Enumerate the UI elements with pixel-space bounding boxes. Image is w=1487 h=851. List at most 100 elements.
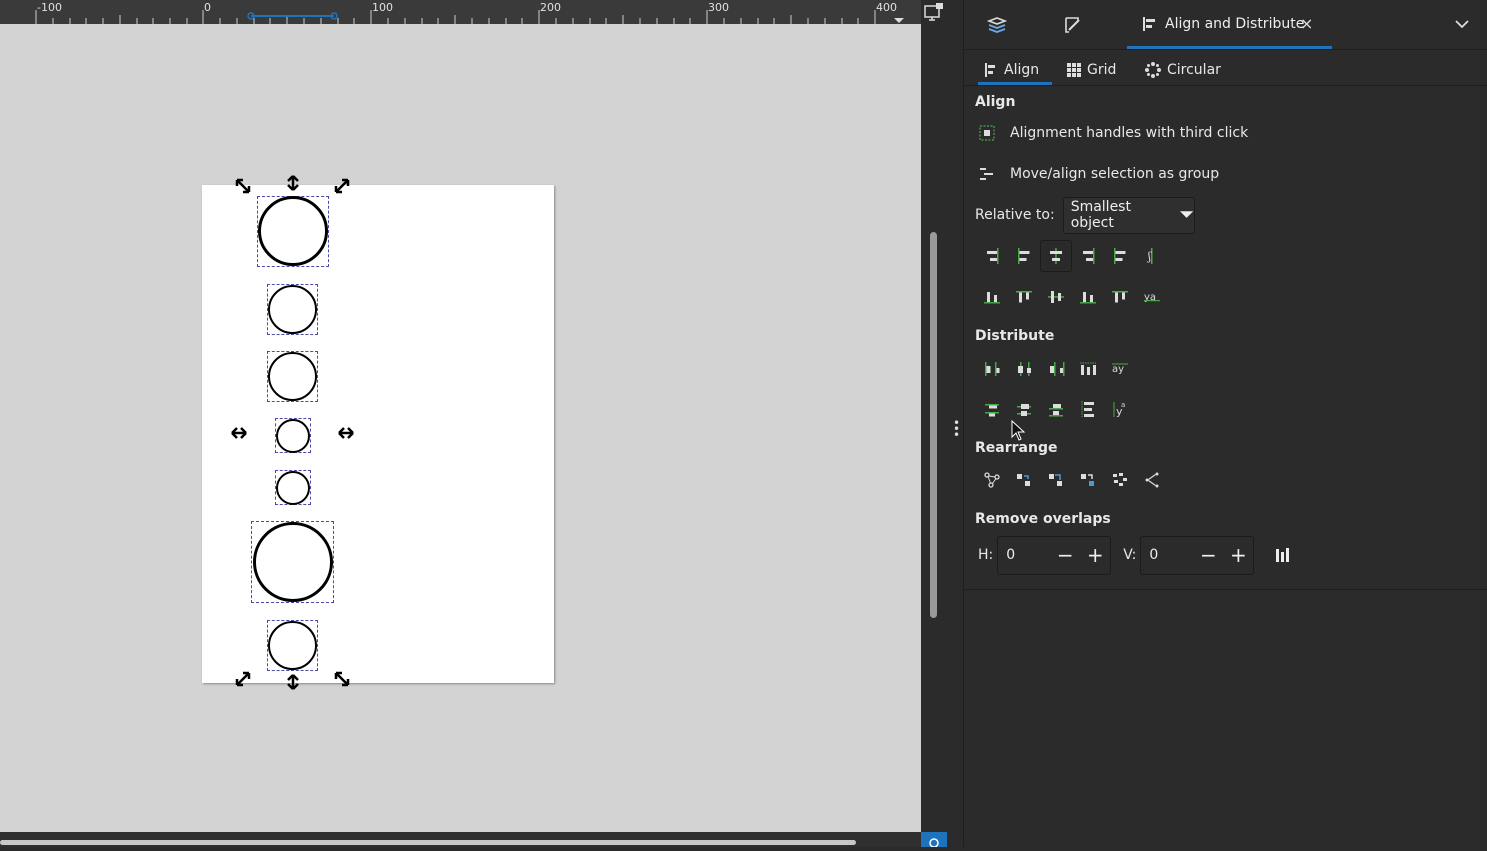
panel-resize-handle[interactable]: • • • (947, 0, 963, 847)
scale-handle-s[interactable] (284, 673, 302, 691)
distribute-bottom-edges-button[interactable] (1040, 393, 1072, 425)
tab-circular[interactable]: Circular (1145, 57, 1221, 83)
distribute-baselines-horizontal-button[interactable]: ay (1104, 353, 1136, 385)
horizontal-scrollbar[interactable] (0, 832, 921, 847)
align-baseline-horizontal-button[interactable]: ʃ (1136, 240, 1168, 272)
align-top-to-bottom-edge-button[interactable] (1104, 281, 1136, 313)
scale-handle-se[interactable] (333, 670, 351, 688)
align-right-to-left-edge-button[interactable] (976, 240, 1008, 272)
circle-shape (268, 621, 317, 670)
h-gap-increment-button[interactable]: + (1080, 543, 1110, 567)
scale-handle-sw[interactable] (234, 670, 252, 688)
h-gap-decrement-button[interactable]: − (1050, 543, 1080, 567)
v-gap-input[interactable]: 0 (1141, 547, 1193, 563)
distribute-baselines-vertical-button[interactable]: ya (1104, 393, 1136, 425)
ruler-label: -100 (37, 1, 62, 14)
align-baseline-vertical-button[interactable]: ya (1136, 281, 1168, 313)
distribute-gaps-vertical-button[interactable] (1072, 393, 1104, 425)
tab-label: Circular (1167, 62, 1221, 78)
align-left-edge-icon (1114, 248, 1126, 264)
distribute-top-edges-button[interactable] (976, 393, 1008, 425)
align-right-edges-button[interactable] (1072, 240, 1104, 272)
vertical-scrollbar[interactable] (921, 0, 947, 832)
v-gap-spinbox[interactable]: 0 − + (1140, 535, 1255, 575)
fill-stroke-icon (1065, 17, 1080, 33)
dock-tab-layers[interactable] (982, 10, 1012, 40)
distribute-gaps-horizontal-button[interactable] (1072, 353, 1104, 385)
align-left-to-right-edge-button[interactable] (1104, 240, 1136, 272)
distribute-top-icon (985, 404, 999, 417)
lock-icon (929, 838, 939, 848)
align-top-icon (1016, 291, 1032, 303)
scale-handle-ne[interactable] (333, 177, 351, 195)
panel-divider (964, 589, 1487, 590)
close-icon[interactable]: × (1300, 14, 1313, 33)
dropdown-arrow-icon (1180, 211, 1194, 218)
tab-grid[interactable]: Grid (1067, 57, 1116, 83)
relative-to-dropdown[interactable]: Smallest object (1062, 196, 1195, 234)
align-bottom-to-top-edge-button[interactable] (976, 281, 1008, 313)
exchange-selection-order-button[interactable] (1008, 464, 1040, 496)
scrollbar-thumb[interactable] (0, 840, 856, 845)
scale-handle-e[interactable] (337, 424, 355, 442)
exchange-stacking-order-button[interactable] (1040, 464, 1072, 496)
dock-tab-fill-stroke[interactable] (1057, 10, 1087, 40)
svg-text:ay: ay (1112, 364, 1124, 375)
grid-icon (1067, 63, 1081, 77)
align-left-icon (1018, 248, 1030, 264)
canvas-area[interactable]: -100 0 100 200 300 400 (0, 0, 921, 847)
distribute-centers-horizontal-button[interactable] (1008, 353, 1040, 385)
mouse-cursor-icon (1011, 420, 1026, 441)
ruler-label: 200 (540, 1, 561, 14)
section-title-distribute: Distribute (975, 328, 1055, 344)
v-gap-increment-button[interactable]: + (1223, 543, 1253, 567)
document-page[interactable] (202, 185, 554, 683)
remove-overlaps-button[interactable] (1266, 539, 1298, 571)
chevron-down-icon[interactable] (1452, 14, 1472, 34)
align-distribute-panel: Align and Distribute × Align Grid Circul… (963, 0, 1487, 847)
ruler-label: 100 (372, 1, 393, 14)
distribute-baseline-icon: ay (1112, 363, 1128, 375)
align-bottom-edges-button[interactable] (1072, 281, 1104, 313)
scale-handle-nw[interactable] (234, 177, 252, 195)
unclump-icon (1145, 472, 1159, 488)
center-on-vertical-axis-button[interactable] (1040, 240, 1072, 272)
display-mode-icon[interactable] (923, 2, 945, 22)
option-alignment-handles[interactable]: Alignment handles with third click (978, 121, 1248, 145)
option-move-as-group[interactable]: Move/align selection as group (978, 162, 1219, 186)
align-top-edges-button[interactable] (1008, 281, 1040, 313)
align-distribute-icon (1143, 17, 1155, 31)
align-vertical-row: ya (976, 281, 1168, 313)
active-tab-indicator (1127, 46, 1332, 49)
scrollbar-thumb[interactable] (930, 232, 937, 618)
rearrange-row (976, 464, 1168, 496)
center-on-horizontal-axis-button[interactable] (1040, 281, 1072, 313)
ruler-label: 300 (708, 1, 729, 14)
distribute-gaps-h-icon (1080, 362, 1096, 375)
align-left-edges-button[interactable] (1008, 240, 1040, 272)
relative-to-label: Relative to: (975, 207, 1055, 223)
scale-handle-w[interactable] (230, 424, 248, 442)
exchange-clockwise-button[interactable] (1072, 464, 1104, 496)
distribute-left-edges-button[interactable] (976, 353, 1008, 385)
h-gap-spinbox[interactable]: 0 − + (997, 535, 1112, 575)
tab-align[interactable]: Align (978, 57, 1052, 85)
h-gap-input[interactable]: 0 (998, 547, 1050, 563)
dock-tab-title: Align and Distribute (1165, 16, 1305, 32)
distribute-gaps-v-icon (1081, 401, 1094, 417)
unclump-button[interactable] (1136, 464, 1168, 496)
distribute-right-edges-button[interactable] (1040, 353, 1072, 385)
arrange-graph-button[interactable] (976, 464, 1008, 496)
distribute-center-h-icon (1018, 362, 1031, 376)
scale-handle-n[interactable] (284, 174, 302, 192)
drag-handle-icon: • • • (953, 416, 961, 442)
zoom-correction-button[interactable] (921, 832, 947, 848)
randomize-centers-button[interactable] (1104, 464, 1136, 496)
circle-shape (276, 471, 310, 505)
align-right-icon (1083, 248, 1095, 264)
svg-text:ya: ya (1144, 292, 1156, 303)
ruler-label: 0 (204, 1, 211, 14)
v-gap-decrement-button[interactable]: − (1193, 543, 1223, 567)
dock-tab-align-distribute[interactable]: Align and Distribute × (1127, 0, 1332, 49)
dropdown-value: Smallest object (1070, 199, 1131, 231)
